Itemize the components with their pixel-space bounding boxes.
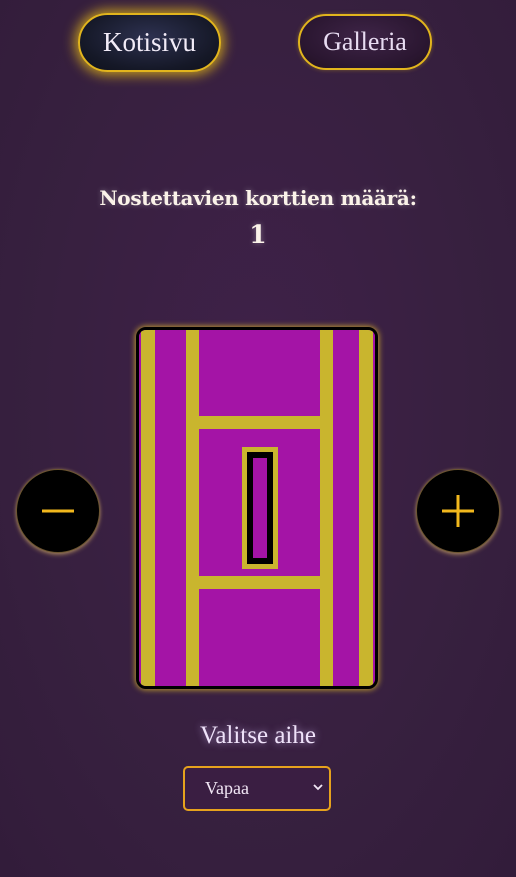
minus-icon xyxy=(42,509,74,513)
card-back[interactable] xyxy=(136,327,378,689)
topic-label: Valitse aihe xyxy=(200,722,316,749)
plus-icon xyxy=(442,495,474,527)
card-back-pattern-icon xyxy=(139,330,375,686)
home-button[interactable]: Kotisivu xyxy=(78,13,221,72)
topic-select[interactable]: Vapaa xyxy=(183,766,331,811)
gallery-button[interactable]: Galleria xyxy=(298,14,432,70)
increase-button[interactable] xyxy=(416,469,500,553)
decrease-button[interactable] xyxy=(16,469,100,553)
topic-select-value: Vapaa xyxy=(205,778,249,798)
draw-count-label: Nostettavien korttien määrä: xyxy=(99,186,417,210)
draw-count-value: 1 xyxy=(249,220,267,249)
chevron-down-icon xyxy=(313,784,323,791)
